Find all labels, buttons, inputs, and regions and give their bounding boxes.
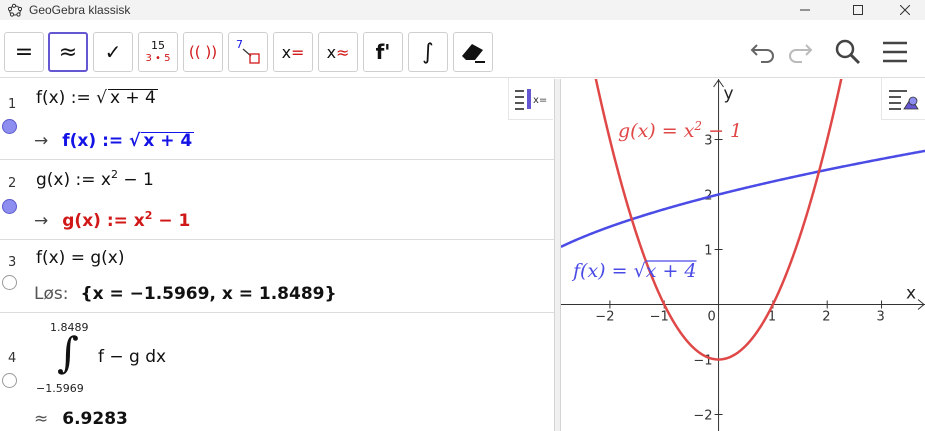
substitute-icon: 7: [236, 38, 260, 64]
visibility-toggle[interactable]: [2, 275, 17, 290]
algebra-view-icon: x=: [515, 88, 547, 110]
substitute-tool-button[interactable]: 7: [228, 32, 268, 72]
close-button[interactable]: [885, 0, 925, 20]
integral-lower-bound: −1.5969: [36, 382, 84, 395]
eraser-icon: [462, 44, 485, 63]
substitute-number: 7: [236, 38, 243, 51]
solve-numerically-tool-button[interactable]: x≈: [318, 32, 358, 72]
minimize-icon: [800, 9, 810, 11]
cas-output: ≈6.9283: [34, 409, 128, 429]
output-arrow: →: [34, 131, 49, 151]
factor-tool-button[interactable]: 15 3 • 5: [138, 32, 178, 72]
cas-row-4[interactable]: 4 1.8489 ∫ −1.5969 f − g dx ≈6.9283: [0, 313, 554, 431]
visibility-toggle[interactable]: [2, 119, 17, 134]
hamburger-menu-icon: [883, 41, 907, 63]
y-tick-label: 1: [704, 244, 712, 259]
row-number: 1: [8, 97, 17, 112]
integral-icon: ∫: [422, 39, 434, 65]
integrand: f − g dx: [98, 347, 167, 367]
derivative-icon: f': [375, 40, 391, 64]
factor-top-label: 15: [151, 39, 165, 53]
integral-tool-button[interactable]: ∫: [408, 32, 448, 72]
cas-output: Løs: {x = −1.5969, x = 1.8489}: [34, 284, 337, 304]
cas-row-1[interactable]: 1 f(x) := √ x + 4 → f(x) := √ x + 4: [0, 79, 554, 160]
graphics-view[interactable]: x y −2 −1 0 1 2 3321−1−2 g(x) = x2 − 1 f(x) =…: [561, 79, 925, 431]
panel-divider[interactable]: [554, 79, 561, 431]
redo-button[interactable]: [782, 34, 818, 70]
keep-input-tool-button[interactable]: ✓: [93, 32, 133, 72]
redo-icon: [789, 44, 813, 63]
window-title: GeoGebra klassisk: [29, 3, 131, 17]
approx-label: ≈: [34, 409, 49, 429]
factor-bottom-label: 3 • 5: [145, 52, 171, 64]
input-tail: − 1: [117, 170, 154, 190]
main-menu-button[interactable]: [877, 34, 913, 70]
search-button[interactable]: [830, 34, 866, 70]
g-function-label[interactable]: g(x) = x2 − 1: [618, 119, 742, 142]
evaluate-tool-button[interactable]: =: [4, 32, 44, 72]
x-tick-label: 0: [708, 310, 716, 325]
maximize-icon: [853, 5, 863, 15]
delete-tool-button[interactable]: [453, 32, 493, 72]
cas-output: → g(x) := x2 − 1: [34, 209, 190, 231]
output-radicand: x + 4: [141, 131, 195, 151]
toolbar: = ≈ ✓ 15 3 • 5 (( )) 7 x= x≈ f' ∫: [0, 20, 925, 78]
solve-tool-button[interactable]: x=: [273, 32, 313, 72]
integral-sign-icon: ∫: [57, 328, 79, 377]
y-axis-label: y: [724, 84, 734, 104]
solve-label: Løs:: [34, 284, 69, 304]
expand-icon: (( )): [188, 43, 218, 61]
expand-tool-button[interactable]: (( )): [183, 32, 223, 72]
cas-input[interactable]: 1.8489 ∫ −1.5969 f − g dx: [0, 313, 554, 403]
axes: x y: [561, 79, 925, 431]
output-text: g(x) := x: [62, 211, 145, 231]
row-number: 3: [8, 255, 17, 270]
cas-input[interactable]: g(x) := x2 − 1: [36, 168, 154, 190]
input-exponent: 2: [110, 168, 118, 181]
x-tick-label: −2: [595, 310, 614, 325]
checkmark-icon: ✓: [104, 40, 122, 64]
output-text: 6.9283: [62, 409, 128, 429]
input-radicand: x + 4: [107, 88, 158, 108]
algebra-view-toggle[interactable]: x=: [508, 78, 553, 120]
evaluate-icon: =: [14, 39, 34, 65]
input-text: f(x) :=: [36, 88, 97, 108]
cas-input[interactable]: f(x) = g(x): [36, 248, 124, 268]
cas-output: → f(x) := √ x + 4: [34, 131, 195, 151]
style-bar-icon: [888, 89, 919, 110]
output-tail: − 1: [152, 211, 191, 231]
output-text: f(x) :=: [62, 131, 130, 151]
approx-icon: ≈: [58, 39, 78, 65]
x-tick-label: −1: [650, 310, 669, 325]
cas-input[interactable]: f(x) := √ x + 4: [36, 88, 158, 108]
undo-button[interactable]: [745, 34, 781, 70]
visibility-toggle[interactable]: [2, 199, 17, 214]
y-tick-label: −2: [693, 409, 712, 424]
x-axis-label: x: [906, 284, 916, 304]
solve-numerically-icon: x≈: [326, 42, 350, 62]
minimize-button[interactable]: [785, 0, 825, 20]
numeric-tool-button[interactable]: ≈: [48, 32, 88, 72]
title-bar: GeoGebra klassisk: [0, 0, 925, 20]
output-text: {x = −1.5969, x = 1.8489}: [80, 284, 337, 304]
svg-text:f(x) = √x + 4: f(x) = √x + 4: [571, 260, 697, 282]
f-function-label[interactable]: f(x) = √x + 4: [571, 260, 697, 282]
output-arrow: →: [34, 211, 49, 231]
maximize-button[interactable]: [838, 0, 878, 20]
input-text: g(x) := x: [36, 170, 111, 190]
svg-text:x=: x=: [533, 95, 547, 106]
row-number: 2: [8, 176, 17, 191]
graphics-style-bar-button[interactable]: [881, 78, 925, 120]
cas-row-3[interactable]: 3 f(x) = g(x) Løs: {x = −1.5969, x = 1.84…: [0, 240, 554, 313]
cas-row-2[interactable]: 2 g(x) := x2 − 1 → g(x) := x2 − 1: [0, 160, 554, 240]
solve-icon: x=: [281, 42, 305, 62]
derivative-tool-button[interactable]: f': [363, 32, 403, 72]
x-tick-label: 3: [877, 310, 885, 325]
x-tick-label: 2: [822, 310, 830, 325]
geogebra-logo-icon: [8, 3, 22, 17]
close-icon: [900, 5, 910, 15]
undo-icon: [750, 44, 774, 63]
search-icon: [835, 39, 861, 65]
cas-view: 1 f(x) := √ x + 4 → f(x) := √ x + 4 2 g(x) …: [0, 79, 554, 431]
